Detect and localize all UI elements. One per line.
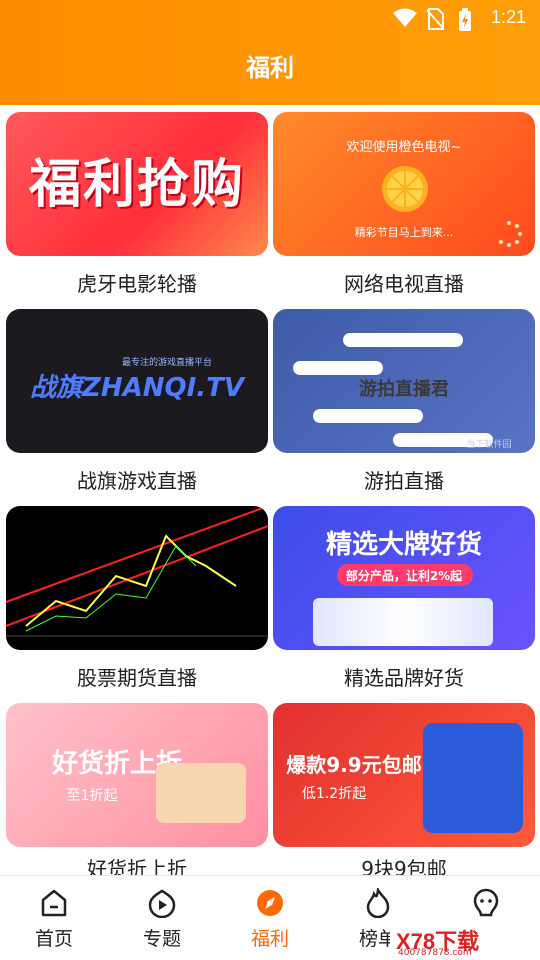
loading-spinner-icon <box>499 221 522 247</box>
product-image <box>423 723 523 833</box>
thumb-title: 战旗ZHANQI.TV <box>29 373 244 403</box>
wifi-icon <box>393 8 417 27</box>
chat-bubble <box>343 333 463 347</box>
card-caption: 网络电视直播 <box>344 272 464 296</box>
thumb-title: 福利抢购 <box>28 155 245 215</box>
card-caption: 游拍直播 <box>364 469 444 493</box>
product-image <box>156 763 246 823</box>
card-thumbnail: 福利抢购 <box>6 112 268 256</box>
watermark-logo: X78下载 400787878.com <box>390 924 540 960</box>
card-thumbnail: 欢迎使用橙色电视~ 精彩节目马上到来... <box>273 112 535 256</box>
flame-icon <box>366 888 390 918</box>
play-icon <box>148 889 176 918</box>
thumb-subtitle: 当下软件园 <box>466 440 512 450</box>
stock-chart-graphic <box>6 506 268 637</box>
orange-slice-icon <box>382 166 428 212</box>
watermark-sub: 400787878.com <box>398 948 472 958</box>
card-thumbnail: 游拍直播君 当下软件园 <box>273 309 535 453</box>
thumb-subtitle: 部分产品，让利2%起 <box>345 569 463 583</box>
chat-bubble <box>293 361 383 375</box>
card-thumbnail: 最专注的游戏直播平台 战旗ZHANQI.TV <box>6 309 268 453</box>
profile-icon <box>473 888 499 917</box>
status-bar: 1:21 <box>0 0 540 36</box>
card-caption: 精选品牌好货 <box>344 666 464 690</box>
card-thumbnail <box>6 506 268 650</box>
tab-label: 福利 <box>250 928 289 950</box>
chat-bubble <box>313 409 423 423</box>
tab-topics[interactable]: 专题 <box>108 876 216 960</box>
card-thumbnail: 好货折上折 至1折起 <box>6 703 268 847</box>
page-title: 福利 <box>246 54 294 82</box>
card-caption: 虎牙电影轮播 <box>77 272 197 296</box>
home-icon <box>41 889 67 917</box>
thumb-title: 欢迎使用橙色电视~ <box>346 140 462 155</box>
status-time: 1:21 <box>490 7 526 27</box>
no-sim-icon <box>426 8 444 30</box>
compass-icon <box>257 890 283 916</box>
card-thumbnail: 精选大牌好货 部分产品，让利2%起 <box>273 506 535 650</box>
tab-home[interactable]: 首页 <box>0 876 108 960</box>
thumb-title: 精选大牌好货 <box>325 530 482 560</box>
tab-welfare[interactable]: 福利 <box>216 876 324 960</box>
tab-label: 专题 <box>142 928 181 950</box>
thumb-title: 游拍直播君 <box>359 379 449 400</box>
tab-label: 首页 <box>34 928 73 950</box>
battery-charging-icon <box>459 8 471 31</box>
product-image <box>313 598 493 646</box>
card-thumbnail: 爆款9.9元包邮 低1.2折起 <box>273 703 535 847</box>
card-caption: 战旗游戏直播 <box>77 469 197 493</box>
header-bar: 1:21 福利 <box>0 0 540 105</box>
card-caption: 股票期货直播 <box>77 666 197 690</box>
